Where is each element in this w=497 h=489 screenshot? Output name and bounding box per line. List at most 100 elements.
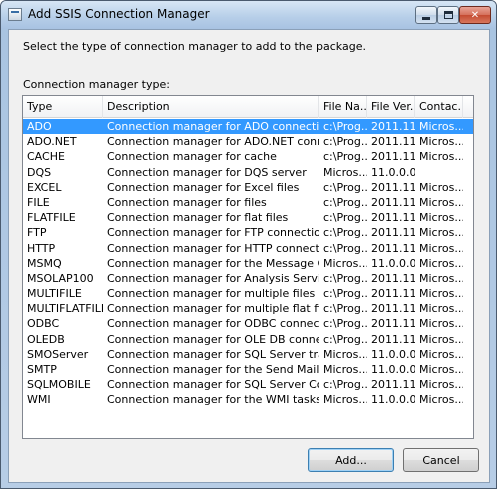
add-button[interactable]: Add...: [308, 448, 394, 472]
maximize-button[interactable]: [437, 6, 459, 24]
cell-file-name: c:\Prog...: [323, 211, 367, 225]
cell-file-name: c:\Prog...: [323, 271, 367, 285]
cell-file-name: c:\Prog...: [323, 195, 367, 209]
list-header: Type Description File Na... File Ver... …: [23, 96, 473, 118]
cell-file-version: 2011.11....: [371, 302, 415, 316]
cell-contact: Micros...: [419, 226, 463, 240]
cell-type: EXCEL: [27, 180, 62, 194]
cell-description: Connection manager for cache: [107, 150, 277, 164]
cell-file-name: c:\Prog...: [323, 150, 367, 164]
cell-contact: Micros...: [419, 271, 463, 285]
list-item[interactable]: SMOServer Connection manager for SQL Serv…: [23, 347, 473, 362]
cell-file-name: c:\Prog...: [323, 378, 367, 392]
cell-file-name: Micros...: [323, 347, 367, 361]
cell-type: WMI: [27, 393, 51, 407]
list-item[interactable]: SQLMOBILE Connection manager for SQL Serv…: [23, 377, 473, 392]
cell-contact: Micros...: [419, 211, 463, 225]
cell-contact: Micros...: [419, 150, 463, 164]
cell-description: Connection manager for SQL Server transf…: [107, 347, 319, 361]
list-item[interactable]: MSMQ Connection manager for the Message Q…: [23, 256, 473, 271]
cell-contact: Micros...: [419, 317, 463, 331]
connection-type-list[interactable]: Type Description File Na... File Ver... …: [22, 95, 474, 439]
cell-file-name: c:\Prog...: [323, 135, 367, 149]
cell-type: ODBC: [27, 317, 60, 331]
cell-description: Connection manager for multiple flat fil…: [107, 302, 319, 316]
column-header-description[interactable]: Description: [103, 96, 319, 118]
cell-type: ADO: [27, 120, 52, 133]
list-item[interactable]: DQS Connection manager for DQS server Micr…: [23, 165, 473, 180]
cell-file-version: 2011.11....: [371, 135, 415, 149]
column-header-file-version[interactable]: File Ver...: [367, 96, 415, 118]
list-item[interactable]: CACHE Connection manager for cache c:\Prog…: [23, 149, 473, 164]
cell-file-version: 2011.11....: [371, 180, 415, 194]
list-item[interactable]: SMTP Connection manager for the Send Mail…: [23, 362, 473, 377]
cell-contact: Micros...: [419, 120, 463, 133]
dialog-window: Add SSIS Connection Manager ✕ Select the…: [0, 0, 497, 489]
maximize-icon: [443, 11, 453, 19]
cell-description: Connection manager for multiple files: [107, 287, 316, 301]
cell-file-version: 2011.11....: [371, 120, 415, 133]
list-item[interactable]: ODBC Connection manager for ODBC connecti…: [23, 316, 473, 331]
dialog-client-area: Select the type of connection manager to…: [8, 29, 490, 483]
instruction-text: Select the type of connection manager to…: [23, 40, 366, 53]
cell-contact: [415, 165, 463, 180]
cell-file-name: Micros...: [323, 393, 367, 407]
list-item[interactable]: MULTIFLATFILE Connection manager for mult…: [23, 301, 473, 316]
column-header-file-name[interactable]: File Na...: [319, 96, 367, 118]
cell-file-name: Micros...: [323, 165, 367, 179]
list-item[interactable]: EXCEL Connection manager for Excel files c…: [23, 180, 473, 195]
cell-file-name: Micros...: [323, 363, 367, 376]
list-item[interactable]: HTTP Connection manager for HTTP connecti…: [23, 241, 473, 256]
list-item[interactable]: MSOLAP100 Connection manager for Analysis…: [23, 271, 473, 286]
cell-type: MULTIFILE: [27, 287, 82, 301]
cell-file-version: 2011.11....: [371, 226, 415, 240]
list-item[interactable]: OLEDB Connection manager for OLE DB conne…: [23, 332, 473, 347]
column-header-type[interactable]: Type: [23, 96, 103, 118]
cell-file-name: c:\Prog...: [323, 317, 367, 331]
cell-description: Connection manager for ADO connections: [107, 120, 319, 133]
window-title: Add SSIS Connection Manager: [28, 7, 210, 21]
cell-file-name: c:\Prog...: [323, 120, 367, 133]
close-button[interactable]: ✕: [459, 6, 491, 24]
list-item[interactable]: ADO.NET Connection manager for ADO.NET co…: [23, 134, 473, 149]
cell-description: Connection manager for flat files: [107, 211, 289, 225]
cell-description: Connection manager for Excel files: [107, 180, 300, 194]
cell-description: Connection manager for files: [107, 195, 267, 209]
list-label: Connection manager type:: [23, 78, 170, 91]
title-bar[interactable]: Add SSIS Connection Manager ✕: [1, 1, 496, 29]
cancel-button[interactable]: Cancel: [403, 448, 479, 472]
cell-type: CACHE: [27, 150, 65, 164]
list-item[interactable]: WMI Connection manager for the WMI tasks M…: [23, 392, 473, 407]
cell-file-version: 11.0.0.0: [371, 393, 415, 407]
list-item[interactable]: FILE Connection manager for files c:\Prog.…: [23, 195, 473, 210]
cell-file-version: 2011.11....: [371, 378, 415, 392]
cell-type: MSOLAP100: [27, 271, 94, 285]
minimize-button[interactable]: [415, 6, 437, 24]
cell-contact: Micros...: [419, 332, 463, 346]
cell-type: FTP: [27, 226, 47, 240]
cell-description: Connection manager for ADO.NET connectio…: [107, 135, 319, 149]
list-item[interactable]: ADO Connection manager for ADO connection…: [23, 119, 473, 135]
list-item[interactable]: FTP Connection manager for FTP connection…: [23, 225, 473, 240]
cell-type: HTTP: [27, 241, 56, 255]
minimize-icon: [422, 16, 430, 20]
cell-type: DQS: [27, 165, 52, 179]
cell-description: Connection manager for HTTP connections: [107, 241, 319, 255]
list-item[interactable]: MULTIFILE Connection manager for multiple…: [23, 286, 473, 301]
cell-description: Connection manager for the Message Queue…: [107, 256, 319, 270]
cell-type: ADO.NET: [27, 135, 77, 149]
cell-file-version: 2011.11....: [371, 317, 415, 331]
cell-description: Connection manager for the WMI tasks: [107, 393, 319, 407]
cell-description: Connection manager for the Send Mail tas…: [107, 363, 319, 376]
cell-contact: Micros...: [419, 180, 463, 194]
cell-type: MULTIFLATFILE: [27, 302, 103, 316]
cell-contact: Micros...: [419, 256, 463, 270]
cell-contact: Micros...: [419, 347, 463, 361]
list-rows: ADO Connection manager for ADO connection…: [23, 119, 473, 408]
cell-description: Connection manager for OLE DB connection…: [107, 332, 319, 346]
list-item[interactable]: FLATFILE Connection manager for flat file…: [23, 210, 473, 225]
cell-type: SQLMOBILE: [27, 378, 91, 392]
cell-type: MSMQ: [27, 256, 62, 270]
cell-file-version: 11.0.0.0: [371, 256, 415, 270]
column-header-contact[interactable]: Contac...: [415, 96, 463, 118]
